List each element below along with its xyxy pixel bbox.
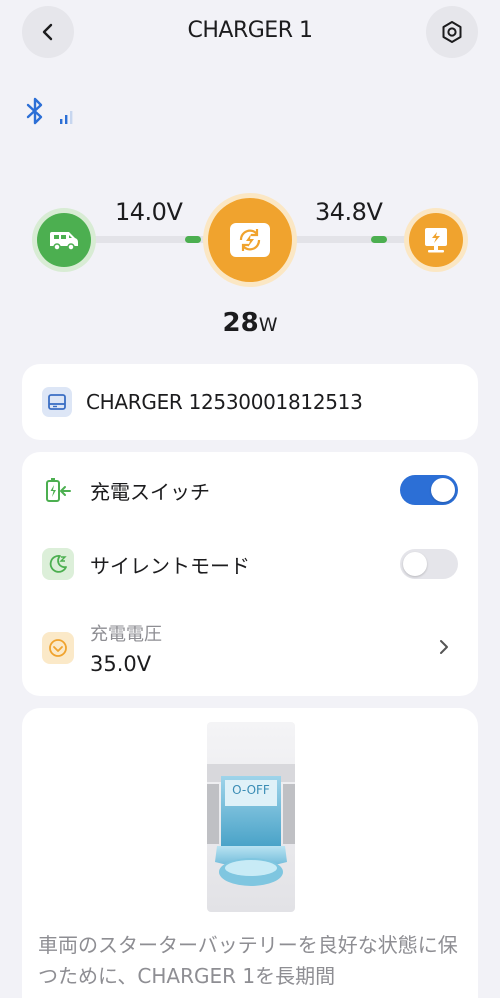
charge-switch-label: 充電スイッチ <box>90 480 210 504</box>
moon-icon <box>49 555 67 573</box>
charger-icon <box>230 223 270 257</box>
charge-voltage-value[interactable]: 35.0V <box>90 652 151 676</box>
power-readout: 28W <box>0 308 500 338</box>
charger-device-icon <box>48 394 66 410</box>
settings-button[interactable] <box>426 6 478 58</box>
chevron-right-icon[interactable] <box>438 638 450 656</box>
energy-flow: 14.0V 34.8V 28W <box>0 180 500 350</box>
van-icon <box>50 232 78 251</box>
connection-status <box>24 96 76 126</box>
solar-node <box>404 208 468 272</box>
voltage-icon <box>49 639 67 657</box>
silent-mode-label: サイレントモード <box>90 554 250 578</box>
device-card[interactable]: CHARGER 12530001812513 <box>22 364 478 440</box>
solar-panel-icon <box>425 228 447 253</box>
input-flow-indicator <box>185 236 201 243</box>
charge-voltage-icon-wrap <box>42 632 74 664</box>
charger-node <box>203 193 297 287</box>
silent-mode-icon-wrap <box>42 548 74 580</box>
power-value: 28 <box>222 308 259 338</box>
charge-switch-row: 充電スイッチ <box>22 472 478 508</box>
info-card: O-OFF 車両のスターターバッテリーを良好な状態に保つために、CHARGER … <box>22 708 478 998</box>
device-name: CHARGER 12530001812513 <box>86 390 363 414</box>
toggle-knob <box>403 552 427 576</box>
breaker-label: O-OFF <box>232 783 270 797</box>
gear-icon <box>442 21 462 43</box>
battery-charge-icon <box>46 478 71 502</box>
charge-switch-toggle[interactable] <box>400 475 458 505</box>
charge-voltage-label: 充電電圧 <box>90 624 162 645</box>
power-unit: W <box>258 314 278 336</box>
vehicle-node <box>32 208 96 272</box>
signal-icon <box>60 111 73 124</box>
output-voltage: 34.8V <box>315 198 383 226</box>
settings-card: 充電スイッチ サイレントモード 充電電圧 35.0V <box>22 452 478 696</box>
toggle-knob <box>431 478 455 502</box>
info-text: 車両のスターターバッテリーを良好な状態に保つために、CHARGER 1を長期間 <box>38 933 458 988</box>
input-voltage: 14.0V <box>115 198 183 226</box>
device-icon <box>42 387 72 417</box>
charge-switch-icon-wrap <box>42 474 74 506</box>
circuit-breaker-image: O-OFF <box>207 722 295 912</box>
header: CHARGER 1 <box>0 0 500 70</box>
bluetooth-icon <box>26 97 43 125</box>
output-flow-indicator <box>371 236 387 243</box>
silent-mode-toggle[interactable] <box>400 549 458 579</box>
silent-mode-row: サイレントモード <box>22 546 478 582</box>
page-title: CHARGER 1 <box>187 18 313 43</box>
